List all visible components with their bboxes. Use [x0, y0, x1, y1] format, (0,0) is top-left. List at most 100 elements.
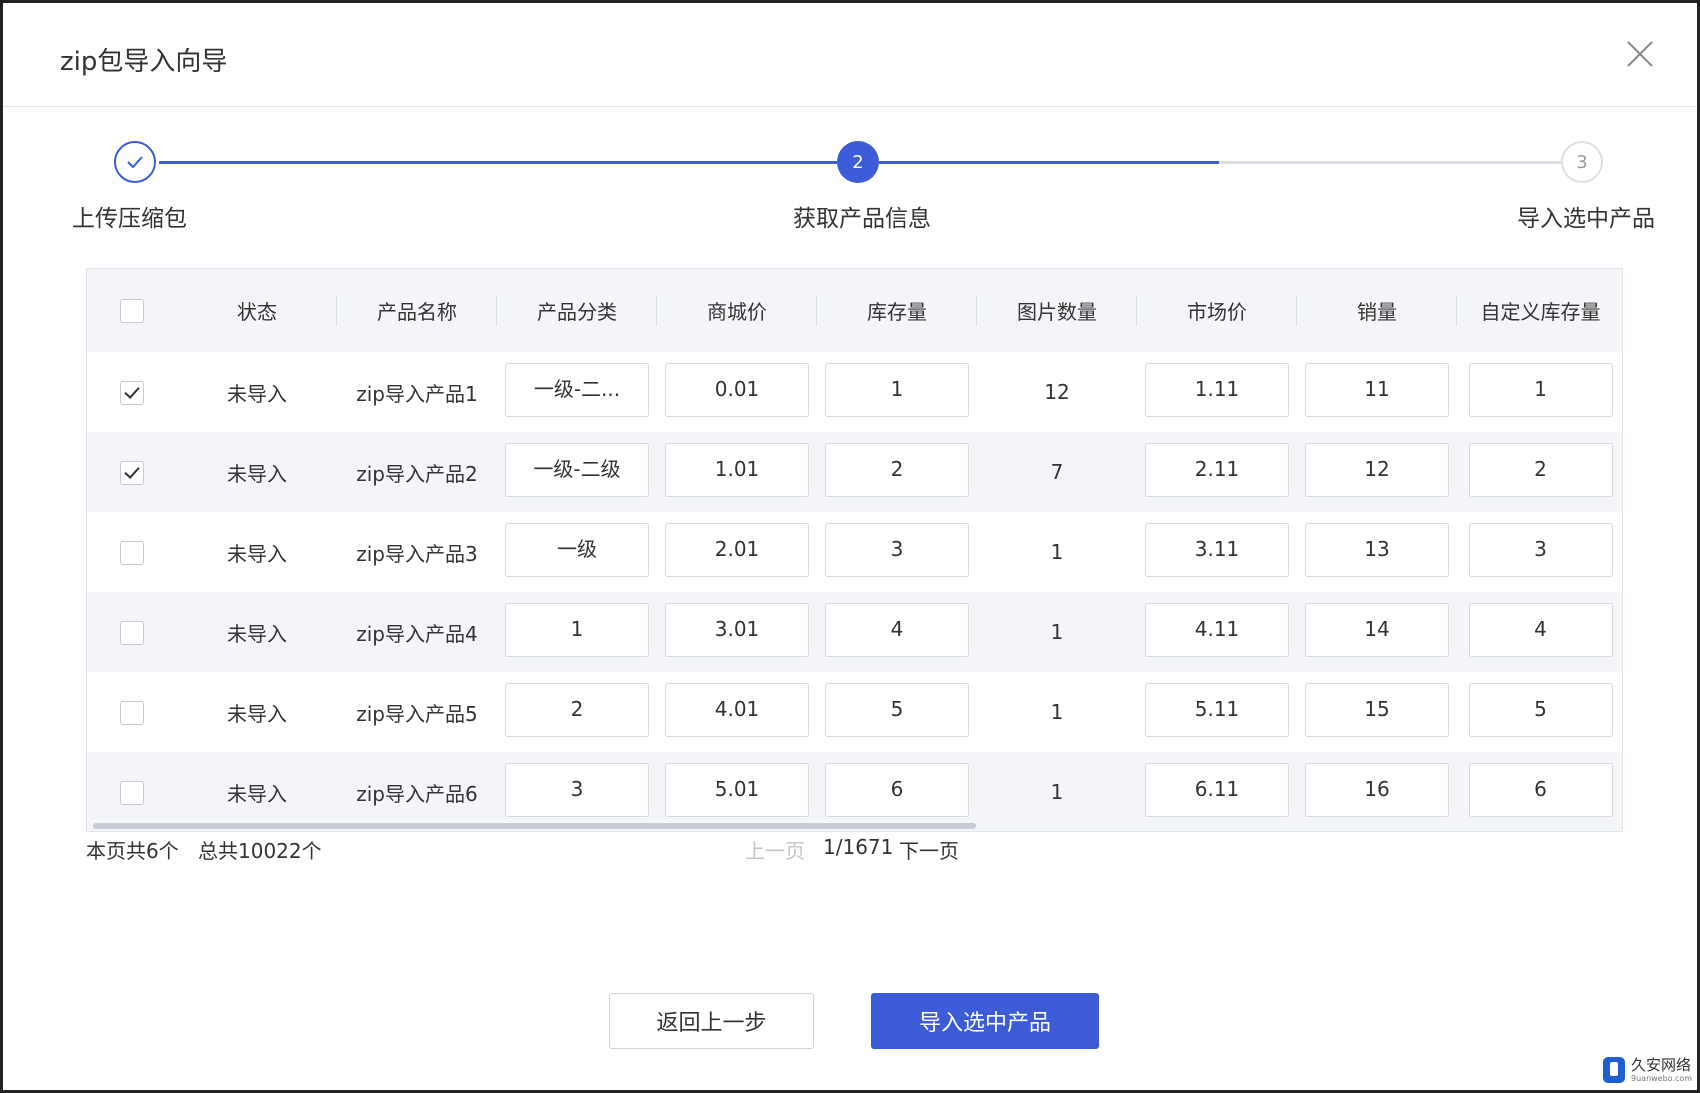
- table-row: 未导入 zip导入产品4 1 3.01 4 1 4.11 14 4: [87, 592, 1622, 672]
- custom-stock-input[interactable]: 5: [1468, 682, 1613, 737]
- row-checkbox[interactable]: [120, 380, 144, 405]
- market-price-input[interactable]: 6.11: [1145, 762, 1289, 817]
- stock-input[interactable]: 5: [825, 682, 969, 737]
- mall-price-input[interactable]: 0.01: [665, 362, 809, 417]
- market-price-input[interactable]: 2.11: [1145, 442, 1289, 497]
- sales-input[interactable]: 11: [1305, 362, 1449, 417]
- col-header-custom-stock-label: 自定义库存量: [1480, 300, 1601, 324]
- mall-price-input[interactable]: 5.01: [665, 762, 809, 817]
- sales-input[interactable]: 13: [1305, 522, 1449, 577]
- custom-stock-input[interactable]: 1: [1468, 362, 1613, 417]
- table-row: 未导入 zip导入产品6 3 5.01 6 1 6.11 16 6: [87, 752, 1622, 831]
- row-stock-cell: 1: [817, 352, 977, 432]
- row-custom-stock-cell: 6: [1457, 752, 1622, 831]
- step-1-check-icon: [114, 141, 156, 183]
- row-product-name: zip导入产品5: [356, 701, 478, 726]
- row-image-count: 1: [1050, 540, 1064, 564]
- sales-input[interactable]: 14: [1305, 602, 1449, 657]
- watermark-logo-icon: [1603, 1057, 1625, 1083]
- row-checkbox[interactable]: [120, 620, 144, 645]
- table-row: 未导入 zip导入产品2 一级-二级 1.01 2 7 2.11 12 2: [87, 432, 1622, 512]
- col-header-images-label: 图片数量: [1017, 300, 1097, 324]
- row-checkbox[interactable]: [120, 540, 144, 565]
- stock-input[interactable]: 6: [825, 762, 969, 817]
- row-select-cell: [87, 752, 177, 831]
- category-input[interactable]: 一级-二...: [505, 362, 649, 417]
- row-image-count: 7: [1050, 460, 1064, 484]
- dialog-title: zip包导入向导: [60, 47, 228, 77]
- custom-stock-input[interactable]: 2: [1468, 442, 1613, 497]
- row-market-price-cell: 2.11: [1137, 432, 1297, 512]
- category-input[interactable]: 2: [505, 682, 649, 737]
- category-input[interactable]: 一级: [505, 522, 649, 577]
- mall-price-input[interactable]: 2.01: [665, 522, 809, 577]
- row-product-name: zip导入产品1: [356, 381, 478, 406]
- select-all-checkbox[interactable]: [120, 299, 144, 324]
- watermark: 久安网络 9uanwebo.com: [1603, 1057, 1692, 1083]
- custom-stock-input[interactable]: 3: [1468, 522, 1613, 577]
- table-row: 未导入 zip导入产品1 一级-二... 0.01 1 12 1.11 11 1: [87, 352, 1622, 432]
- back-button[interactable]: 返回上一步: [609, 993, 814, 1049]
- row-custom-stock-cell: 3: [1457, 512, 1622, 592]
- col-header-category-label: 产品分类: [537, 300, 617, 324]
- step-3-circle: 3: [1561, 141, 1603, 183]
- row-product-name: zip导入产品2: [356, 461, 478, 486]
- step-2-circle: 2: [837, 141, 879, 183]
- col-header-market-price-label: 市场价: [1187, 300, 1247, 324]
- custom-stock-input[interactable]: 4: [1468, 602, 1613, 657]
- sales-input[interactable]: 12: [1305, 442, 1449, 497]
- close-icon[interactable]: [1623, 37, 1657, 71]
- row-status: 未导入: [227, 621, 287, 646]
- row-category-cell: 一级-二...: [497, 352, 657, 432]
- market-price-input[interactable]: 5.11: [1145, 682, 1289, 737]
- prev-page-link[interactable]: 上一页: [745, 835, 805, 864]
- category-input[interactable]: 1: [505, 602, 649, 657]
- market-price-input[interactable]: 1.11: [1145, 362, 1289, 417]
- stock-input[interactable]: 2: [825, 442, 969, 497]
- mall-price-input[interactable]: 1.01: [665, 442, 809, 497]
- row-mall-price-cell: 4.01: [657, 672, 817, 752]
- watermark-name: 久安网络: [1631, 1055, 1692, 1074]
- row-market-price-cell: 6.11: [1137, 752, 1297, 831]
- row-checkbox[interactable]: [120, 460, 144, 485]
- col-header-market-price: 市场价: [1137, 269, 1297, 352]
- import-wizard-dialog: zip包导入向导 2 3 上传压缩包 获取产品信息 导入选中产品 状态 产品名称…: [0, 0, 1700, 1093]
- col-header-status-label: 状态: [237, 300, 277, 324]
- row-market-price-cell: 5.11: [1137, 672, 1297, 752]
- row-category-cell: 2: [497, 672, 657, 752]
- mall-price-input[interactable]: 4.01: [665, 682, 809, 737]
- table-row: 未导入 zip导入产品3 一级 2.01 3 1 3.11 13 3: [87, 512, 1622, 592]
- col-header-status: 状态: [177, 269, 337, 352]
- row-mall-price-cell: 1.01: [657, 432, 817, 512]
- col-header-mall-price: 商城价: [657, 269, 817, 352]
- sales-input[interactable]: 16: [1305, 762, 1449, 817]
- col-header-name-label: 产品名称: [377, 300, 457, 324]
- row-custom-stock-cell: 2: [1457, 432, 1622, 512]
- category-input[interactable]: 3: [505, 762, 649, 817]
- stock-input[interactable]: 4: [825, 602, 969, 657]
- stock-input[interactable]: 3: [825, 522, 969, 577]
- row-status: 未导入: [227, 461, 287, 486]
- stock-input[interactable]: 1: [825, 362, 969, 417]
- sales-input[interactable]: 15: [1305, 682, 1449, 737]
- next-page-link[interactable]: 下一页: [899, 835, 959, 864]
- horizontal-scrollbar[interactable]: [93, 823, 976, 829]
- custom-stock-input[interactable]: 6: [1468, 762, 1613, 817]
- market-price-input[interactable]: 4.11: [1145, 602, 1289, 657]
- category-input[interactable]: 一级-二级: [505, 442, 649, 497]
- row-checkbox[interactable]: [120, 780, 144, 805]
- row-status: 未导入: [227, 541, 287, 566]
- row-checkbox[interactable]: [120, 700, 144, 725]
- step-line-2-done: [879, 161, 1219, 164]
- row-stock-cell: 3: [817, 512, 977, 592]
- row-select-cell: [87, 672, 177, 752]
- col-header-category: 产品分类: [497, 269, 657, 352]
- import-selected-button[interactable]: 导入选中产品: [871, 993, 1099, 1049]
- row-sales-cell: 16: [1297, 752, 1457, 831]
- mall-price-input[interactable]: 3.01: [665, 602, 809, 657]
- row-stock-cell: 2: [817, 432, 977, 512]
- row-select-cell: [87, 592, 177, 672]
- row-category-cell: 一级-二级: [497, 432, 657, 512]
- row-mall-price-cell: 5.01: [657, 752, 817, 831]
- market-price-input[interactable]: 3.11: [1145, 522, 1289, 577]
